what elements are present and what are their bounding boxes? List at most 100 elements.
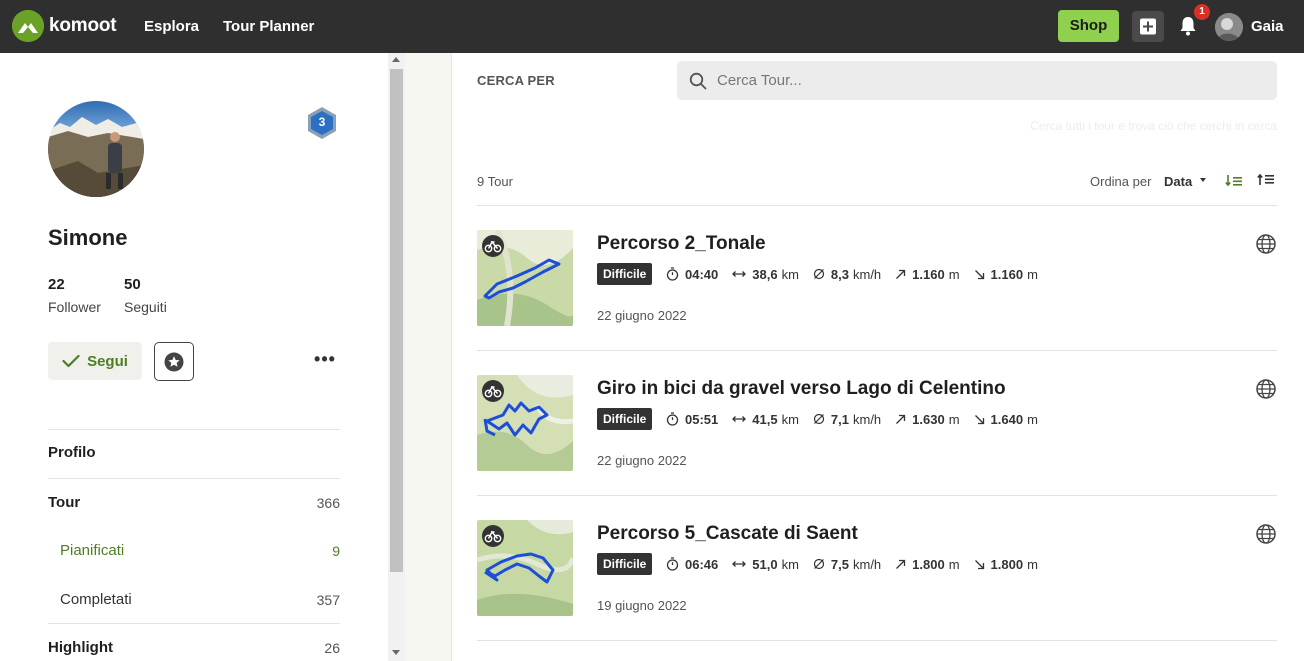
sidebar-item-completati[interactable]: Completati 357 [60,591,340,608]
search-box[interactable] [677,61,1277,100]
sidebar-item-label: Pianificati [60,542,125,559]
distance-arrows-icon [732,271,747,277]
search-input[interactable] [717,61,1267,100]
followers-count[interactable]: 22 [48,276,65,293]
sidebar-item-tour[interactable]: Tour 366 [48,494,340,511]
sort-dropdown[interactable]: Data [1164,174,1192,189]
duration-value: 06:46 [685,556,719,572]
descent-unit: m [1027,556,1038,572]
follow-button[interactable]: Segui [48,342,142,380]
ascent-value: 1.800 [912,556,945,572]
level-number: 3 [318,115,326,129]
user-avatar[interactable] [1215,13,1243,41]
search-hint: Cerca tutti i tour e trova ciò che cerch… [1030,119,1277,133]
sort-ascending-icon[interactable] [1257,172,1275,188]
tour-map-thumbnail[interactable] [477,230,573,326]
top-navigation-bar: komoot Esplora Tour Planner Shop 1 Gaia [0,0,1304,53]
more-options-button[interactable]: ••• [313,349,337,369]
sidebar-item-label: Highlight [48,639,113,656]
tour-count: 9 Tour [477,174,513,189]
difficulty-badge: Difficile [597,408,653,430]
duration-value: 05:51 [685,411,719,427]
sort-label: Ordina per [1090,174,1152,189]
distance-unit: km [781,556,799,572]
duration-metric: 04:40 [666,267,718,282]
descent-value: 1.800 [990,556,1024,572]
sidebar-item-count: 9 [332,542,340,559]
sidebar-item-label: Completati [60,591,132,608]
user-name[interactable]: Gaia [1251,18,1284,35]
distance-metric: 51,0 km [732,557,799,572]
speed-value: 7,5 [830,556,849,572]
speed-metric: 8,3 km/h [813,267,881,282]
komoot-logo[interactable]: komoot [12,10,117,42]
sort-descending-icon[interactable] [1225,172,1243,188]
list-divider [477,640,1277,641]
speed-unit: km/h [852,266,882,282]
chevron-down-icon[interactable] [1200,178,1206,182]
shop-button[interactable]: Shop [1058,10,1119,42]
stopwatch-icon [666,412,679,426]
sidebar-item-pianificati[interactable]: Pianificati 9 [60,542,340,559]
tour-title[interactable]: Percorso 5_Cascate di Saent [597,523,858,545]
descent-metric: 1.640 m [974,412,1038,427]
descent-unit: m [1027,411,1038,427]
level-badge: 3 [306,106,338,140]
arrow-up-right-icon [896,559,906,569]
arrow-down-right-icon [974,559,984,569]
speed-metric: 7,5 km/h [813,557,881,572]
favorite-button[interactable] [154,342,194,381]
tour-list-panel: CERCA PER Cerca tutti i tour e trova ciò… [453,53,1304,661]
tour-card[interactable]: Giro in bici da gravel verso Lago di Cel… [477,351,1277,496]
profile-photo [48,101,144,197]
ascent-value: 1.630 [912,411,945,427]
search-label: CERCA PER [477,73,555,88]
tour-map-thumbnail[interactable] [477,375,573,471]
ascent-unit: m [948,266,960,282]
distance-arrows-icon [732,416,747,422]
globe-icon[interactable] [1255,233,1277,255]
following-count[interactable]: 50 [124,276,141,293]
content-gutter [405,53,452,661]
scroll-down-arrow-icon[interactable] [392,650,400,655]
tour-date: 19 giugno 2022 [597,598,687,613]
scroll-thumb[interactable] [390,69,403,572]
difficulty-badge: Difficile [597,263,653,285]
speed-unit: km/h [852,556,882,572]
follow-button-label: Segui [87,352,128,370]
globe-icon[interactable] [1255,378,1277,400]
tour-title[interactable]: Percorso 2_Tonale [597,233,766,255]
distance-metric: 38,6 km [732,267,799,282]
search-icon [689,72,707,90]
sidebar-item-highlight[interactable]: Highlight 26 [48,639,340,656]
tour-card[interactable]: Percorso 5_Cascate di Saent Difficile 06… [477,496,1277,641]
tour-metrics: 05:51 41,5 km 7,1 km/h 1.630 m 1.640 m [666,408,1052,430]
globe-icon[interactable] [1255,523,1277,545]
tour-title[interactable]: Giro in bici da gravel verso Lago di Cel… [597,378,1006,400]
sidebar-item-label: Profilo [48,444,96,461]
followers-label[interactable]: Follower [48,299,101,315]
tour-card[interactable]: Percorso 2_Tonale Difficile 04:40 38,6 km… [477,206,1277,351]
nav-esplora[interactable]: Esplora [144,18,199,35]
sidebar-item-count: 366 [316,494,340,511]
sidebar-scrollbar[interactable] [388,53,405,661]
speed-metric: 7,1 km/h [813,412,881,427]
tour-date: 22 giugno 2022 [597,453,687,468]
ascent-metric: 1.800 m [895,556,960,572]
following-label[interactable]: Seguiti [124,299,167,315]
create-button[interactable] [1132,11,1164,42]
arrow-down-right-icon [974,269,984,279]
distance-value: 51,0 [752,556,778,572]
nav-tour-planner[interactable]: Tour Planner [223,18,314,35]
average-speed-icon [813,558,825,570]
sidebar-item-count: 357 [316,591,340,608]
ascent-unit: m [948,411,960,427]
scroll-up-arrow-icon[interactable] [392,57,400,62]
arrow-up-right-icon [896,269,906,279]
sidebar-item-profilo[interactable]: Profilo [48,444,340,461]
speed-value: 8,3 [830,266,849,282]
sidebar-item-label: Tour [48,494,81,511]
tour-map-thumbnail[interactable] [477,520,573,616]
profile-sidebar: 3 Simone 22 Follower 50 Seguiti Segui ••… [0,53,388,661]
komoot-wordmark: komoot [49,15,117,36]
